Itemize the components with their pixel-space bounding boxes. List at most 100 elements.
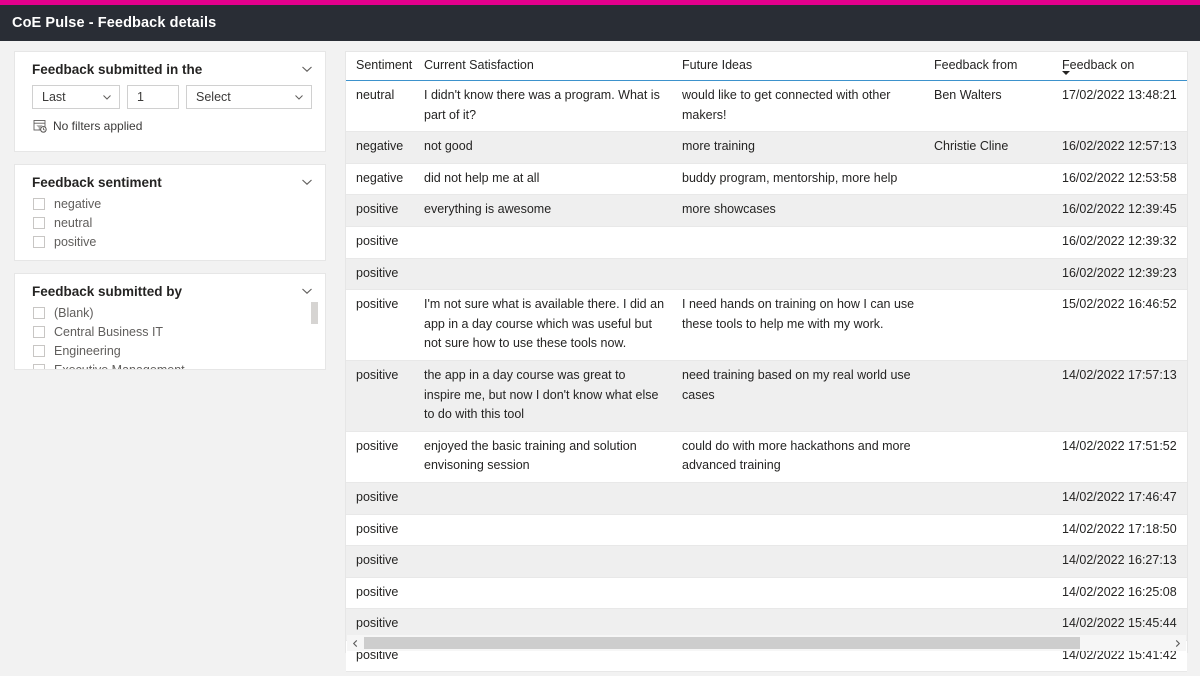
submitted-by-option-engineering[interactable]: Engineering <box>33 341 325 360</box>
cell-current-satisfaction <box>414 227 672 258</box>
scrollbar-track[interactable] <box>364 637 1169 649</box>
cell-current-satisfaction <box>414 483 672 514</box>
cell-future-ideas: I need hands on training on how I can us… <box>682 297 915 331</box>
submitted-by-scrollbar[interactable] <box>311 302 318 360</box>
sentiment-option-positive[interactable]: positive <box>33 232 325 251</box>
table-row[interactable]: negative did not help me at all buddy pr… <box>346 163 1187 196</box>
title-bar: CoE Pulse - Feedback details <box>0 5 1200 41</box>
checkbox-icon[interactable] <box>33 235 45 248</box>
checkbox-icon[interactable] <box>33 216 45 229</box>
scrollbar-thumb[interactable] <box>364 637 1081 649</box>
cell-current-satisfaction: not good <box>424 139 473 154</box>
cell-current-satisfaction <box>414 515 672 546</box>
column-header-feedback-on[interactable]: Feedback on <box>1052 52 1187 76</box>
cell-feedback-on: 15/02/2022 16:46:52 <box>1062 297 1177 312</box>
cell-current-satisfaction: the app in a day course was great to ins… <box>424 367 659 422</box>
cell-current-satisfaction: everything is awesome <box>424 202 552 217</box>
cell-future-ideas: more showcases <box>682 202 776 217</box>
cell-feedback-on: 16/02/2022 12:53:58 <box>1062 170 1177 185</box>
table-row[interactable]: positive I'm not sure what is available … <box>346 290 1187 361</box>
column-header-sentiment[interactable]: Sentiment <box>346 52 414 76</box>
filter-card-submitted-by: Feedback submitted by (Blank) Central Bu… <box>14 273 326 370</box>
cell-feedback-from: Christie Cline <box>934 139 1009 154</box>
date-relation-dropdown[interactable]: Last <box>32 85 120 109</box>
checkbox-icon[interactable] <box>33 306 45 319</box>
table-row[interactable]: positive 14/02/2022 16:25:08 <box>346 577 1187 610</box>
cell-future-ideas: would like to get connected with other m… <box>682 88 891 122</box>
cell-feedback-from <box>924 483 1052 514</box>
column-header-feedback-from[interactable]: Feedback from <box>924 52 1052 76</box>
cell-sentiment: positive <box>356 521 399 536</box>
table-row[interactable]: positive the app in a day course was gre… <box>346 360 1187 432</box>
cell-current-satisfaction: enjoyed the basic training and solution … <box>424 438 637 473</box>
cell-future-ideas <box>672 483 924 514</box>
cell-sentiment: negative <box>356 139 404 154</box>
table-row[interactable]: positive 14/02/2022 17:46:47 <box>346 482 1187 515</box>
chevron-down-icon[interactable] <box>299 174 315 190</box>
chevron-left-icon[interactable] <box>347 635 364 651</box>
chevron-down-icon <box>101 91 113 103</box>
date-amount-input[interactable]: 1 <box>127 85 179 109</box>
table-row[interactable]: neutral I didn't know there was a progra… <box>346 81 1187 133</box>
table-row[interactable]: positive 14/02/2022 17:18:50 <box>346 514 1187 547</box>
date-unit-dropdown[interactable]: Select <box>186 85 312 109</box>
cell-future-ideas <box>672 515 924 546</box>
feedback-table: Sentiment Current Satisfaction Future Id… <box>346 52 1187 673</box>
cell-feedback-from <box>924 195 1052 226</box>
column-header-future-ideas[interactable]: Future Ideas <box>672 52 924 76</box>
submitted-by-option-central-business-it[interactable]: Central Business IT <box>33 322 325 341</box>
date-filter-controls: Last 1 Select <box>15 79 325 109</box>
cell-feedback-on: 16/02/2022 12:57:13 <box>1062 139 1177 154</box>
submitted-by-option-blank[interactable]: (Blank) <box>33 303 325 322</box>
feedback-table-panel: Sentiment Current Satisfaction Future Id… <box>345 51 1188 673</box>
cell-feedback-on: 16/02/2022 12:39:32 <box>1062 233 1177 248</box>
cell-feedback-from <box>924 515 1052 546</box>
sentiment-option-negative[interactable]: negative <box>33 194 325 213</box>
cell-future-ideas <box>672 227 924 258</box>
checkbox-icon[interactable] <box>33 363 45 369</box>
filter-title-date: Feedback submitted in the <box>32 61 203 77</box>
cell-feedback-on: 14/02/2022 17:46:47 <box>1062 489 1177 504</box>
sentiment-option-neutral[interactable]: neutral <box>33 213 325 232</box>
checkbox-icon[interactable] <box>33 344 45 357</box>
filter-status-text: No filters applied <box>53 119 143 133</box>
cell-feedback-from <box>924 164 1052 195</box>
cell-feedback-from <box>924 432 1052 482</box>
table-row[interactable]: positive 16/02/2022 12:39:32 <box>346 226 1187 259</box>
app-root: CoE Pulse - Feedback details Feedback su… <box>0 0 1200 676</box>
cell-sentiment: positive <box>356 265 399 280</box>
submitted-by-option-label: Engineering <box>54 343 121 358</box>
table-row[interactable]: positive enjoyed the basic training and … <box>346 431 1187 483</box>
table-row[interactable]: positive 14/02/2022 16:27:13 <box>346 546 1187 578</box>
cell-current-satisfaction: I didn't know there was a program. What … <box>424 88 660 122</box>
cell-sentiment: neutral <box>356 88 395 102</box>
chevron-down-icon[interactable] <box>299 61 315 77</box>
chevron-down-icon[interactable] <box>299 283 315 299</box>
date-amount-value: 1 <box>137 90 144 104</box>
cell-feedback-on: 16/02/2022 12:39:45 <box>1062 202 1177 217</box>
caret-down-icon <box>1062 71 1070 75</box>
cell-future-ideas <box>672 578 924 609</box>
chevron-right-icon[interactable] <box>1169 635 1186 651</box>
cell-current-satisfaction <box>414 546 672 577</box>
column-header-current-satisfaction[interactable]: Current Satisfaction <box>414 52 672 76</box>
checkbox-icon[interactable] <box>33 325 45 338</box>
table-row[interactable]: positive 16/02/2022 12:39:23 <box>346 258 1187 291</box>
cell-feedback-from <box>924 227 1052 258</box>
submitted-by-option-label: (Blank) <box>54 305 94 320</box>
submitted-by-option-label: Executive Management <box>54 362 185 370</box>
cell-sentiment: positive <box>356 489 399 504</box>
checkbox-icon[interactable] <box>33 197 45 210</box>
cell-current-satisfaction: I'm not sure what is available there. I … <box>424 297 665 351</box>
table-row[interactable]: positive everything is awesome more show… <box>346 195 1187 227</box>
submitted-by-option-executive-management[interactable]: Executive Management <box>33 360 325 370</box>
cell-feedback-from <box>924 361 1052 431</box>
table-body: neutral I didn't know there was a progra… <box>346 81 1187 673</box>
cell-feedback-from <box>924 290 1052 360</box>
chevron-down-icon <box>293 91 305 103</box>
table-horizontal-scrollbar[interactable] <box>347 635 1186 651</box>
cell-sentiment: positive <box>356 297 399 312</box>
table-row[interactable]: negative not good more training Christie… <box>346 132 1187 164</box>
sentiment-option-label: positive <box>54 234 97 249</box>
scrollbar-thumb[interactable] <box>311 302 318 324</box>
